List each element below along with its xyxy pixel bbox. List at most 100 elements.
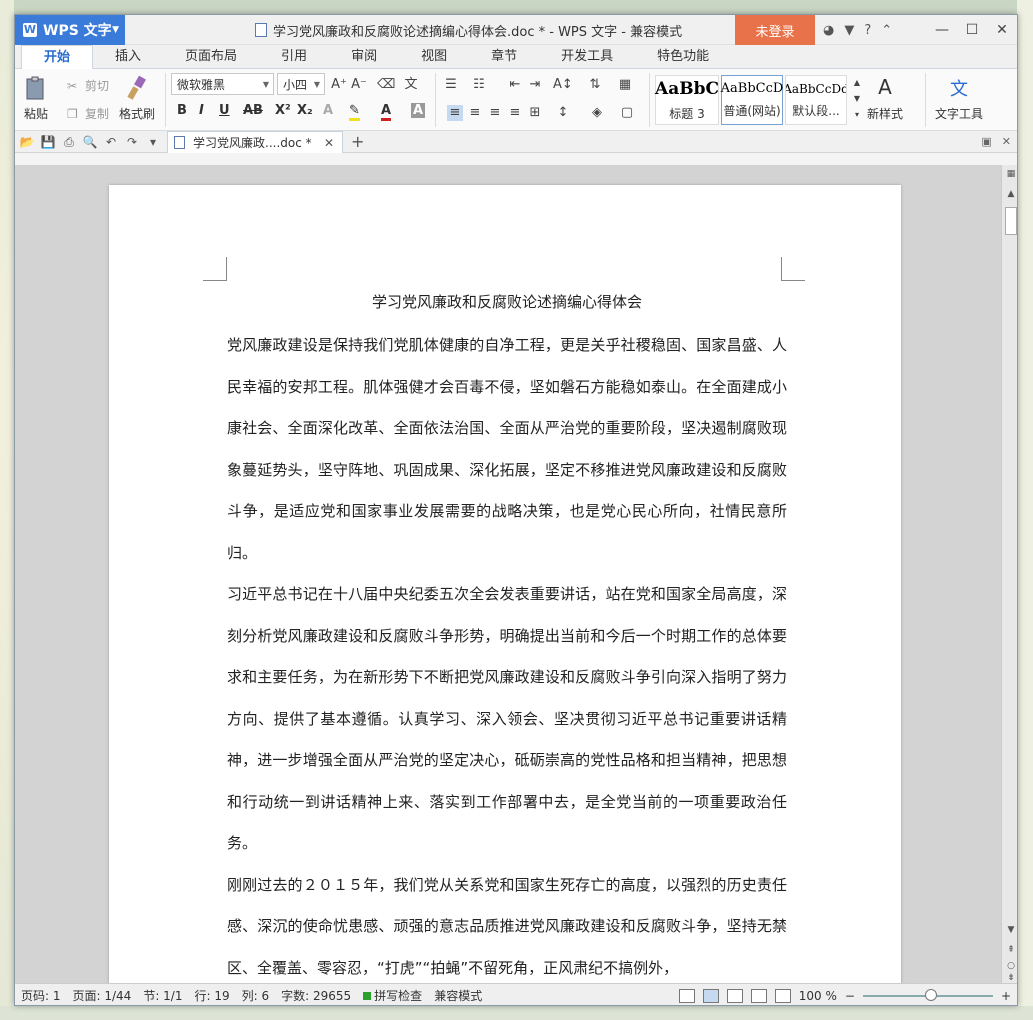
app-menu-button[interactable]: W WPS 文字 ▼	[15, 15, 125, 45]
distribute-icon[interactable]: ⊞	[527, 105, 543, 121]
vertical-scrollbar[interactable]: ▦ ▲ ▼ ⇞ ○ ⇟	[1001, 165, 1017, 983]
increase-indent-icon[interactable]: ⇥	[527, 77, 543, 93]
scroll-up-icon[interactable]: ▲	[1005, 189, 1017, 199]
highlight-icon[interactable]: ✎	[349, 103, 360, 121]
skin-icon[interactable]: ◕	[823, 23, 834, 38]
help-icon[interactable]: ?	[864, 23, 871, 38]
zoom-slider-knob[interactable]	[924, 988, 937, 1001]
clear-format-icon[interactable]: ⌫	[377, 77, 395, 93]
copy-button[interactable]: ❐ 复制	[67, 105, 109, 122]
print-icon[interactable]: ⎙	[60, 133, 78, 151]
collapse-ribbon-icon[interactable]: ⌃	[881, 23, 892, 38]
zoom-slider[interactable]	[862, 988, 993, 1001]
status-section[interactable]: 节: 1/1	[137, 987, 188, 1004]
italic-icon[interactable]: I	[199, 103, 204, 118]
save-icon[interactable]: 💾	[39, 133, 57, 151]
style-scroll-up-icon[interactable]: ▲	[849, 75, 865, 91]
scroll-down-icon[interactable]: ▼	[1005, 925, 1017, 935]
char-shading-icon[interactable]: A	[411, 103, 426, 118]
tab-home[interactable]: 开始	[21, 45, 94, 69]
numbered-list-icon[interactable]: ☷	[471, 77, 487, 93]
panel-toggle-icon[interactable]: ▦	[1005, 169, 1017, 179]
style-scroll-down-icon[interactable]: ▼	[849, 91, 865, 107]
tab-developer[interactable]: 开发工具	[539, 46, 635, 68]
text-effect-icon[interactable]: A	[323, 103, 333, 118]
style-heading3[interactable]: AaBbC 标题 3	[655, 75, 719, 125]
justify-icon[interactable]: ≡	[507, 105, 523, 121]
tab-references[interactable]: 引用	[259, 46, 329, 68]
style-more-icon[interactable]: ▾	[849, 107, 865, 123]
status-row[interactable]: 行: 19	[188, 987, 235, 1004]
tab-view[interactable]: 视图	[399, 46, 469, 68]
outline-view-icon[interactable]	[726, 988, 743, 1003]
font-size-select[interactable]: 小四 ▼	[277, 73, 325, 95]
font-color-icon[interactable]: A	[381, 103, 392, 121]
format-painter-button[interactable]: 格式刷	[119, 75, 155, 122]
new-tab-icon[interactable]: +	[351, 132, 364, 151]
tab-review[interactable]: 审阅	[329, 46, 399, 68]
status-page[interactable]: 页码: 1	[15, 987, 67, 1004]
minimize-button[interactable]: —	[927, 15, 957, 45]
select-browse-icon[interactable]: ○	[1005, 961, 1017, 971]
customize-qa-icon[interactable]: ▾	[144, 133, 162, 151]
open-folder-icon[interactable]: 📂	[18, 133, 36, 151]
subscript-icon[interactable]: X₂	[297, 103, 313, 118]
grow-font-icon[interactable]: A⁺	[331, 77, 347, 93]
align-right-icon[interactable]: ≡	[487, 105, 503, 121]
tab-insert[interactable]: 插入	[93, 46, 163, 68]
font-name-select[interactable]: 微软雅黑 ▼	[171, 73, 274, 95]
next-page-icon[interactable]: ⇟	[1005, 973, 1017, 983]
close-doc-icon[interactable]: ✕	[1002, 135, 1011, 148]
tab-page-layout[interactable]: 页面布局	[163, 46, 259, 68]
zoom-value[interactable]: 100 %	[799, 989, 837, 1003]
shirt-icon[interactable]: ▼	[844, 23, 854, 38]
table-icon[interactable]: ▦	[617, 77, 633, 93]
status-col[interactable]: 列: 6	[236, 987, 276, 1004]
print-preview-icon[interactable]: 🔍	[81, 133, 99, 151]
web-view-icon[interactable]	[750, 988, 767, 1003]
restore-icon[interactable]: ▣	[981, 135, 991, 148]
paste-button[interactable]: 粘贴	[23, 75, 49, 122]
text-tools-button[interactable]: 文 文字工具	[935, 75, 983, 122]
status-words[interactable]: 字数: 29655	[275, 987, 357, 1004]
close-button[interactable]: ✕	[987, 15, 1017, 45]
reading-view-icon[interactable]	[774, 988, 791, 1003]
tab-section[interactable]: 章节	[469, 46, 539, 68]
bullet-list-icon[interactable]: ☰	[443, 77, 459, 93]
align-center-icon[interactable]: ≡	[467, 105, 483, 121]
document-tab[interactable]: 学习党风廉政....doc * ✕	[167, 131, 343, 153]
document-body[interactable]: 党风廉政建设是保持我们党肌体健康的自净工程，更是关乎社稷稳固、国家昌盛、人民幸福…	[227, 325, 787, 983]
superscript-icon[interactable]: X²	[275, 103, 291, 118]
prev-page-icon[interactable]: ⇞	[1005, 945, 1017, 955]
undo-icon[interactable]: ↶	[102, 133, 120, 151]
status-pages[interactable]: 页面: 1/44	[67, 987, 138, 1004]
strikethrough-icon[interactable]: AB	[243, 103, 263, 118]
style-normal-web[interactable]: AaBbCcD 普通(网站)	[721, 75, 783, 125]
line-spacing-icon[interactable]: ↕	[555, 105, 571, 121]
decrease-indent-icon[interactable]: ⇤	[507, 77, 523, 93]
close-tab-icon[interactable]: ✕	[324, 136, 334, 150]
spell-check-toggle[interactable]: 拼写检查	[357, 987, 428, 1004]
border-icon[interactable]: ▢	[619, 105, 635, 121]
scroll-thumb[interactable]	[1005, 207, 1017, 235]
maximize-button[interactable]: ☐	[957, 15, 987, 45]
align-left-icon[interactable]: ≡	[447, 105, 463, 121]
page[interactable]: 学习党风廉政和反腐败论述摘编心得体会 党风廉政建设是保持我们党肌体健康的自净工程…	[109, 185, 901, 983]
underline-icon[interactable]: U	[219, 103, 230, 118]
bold-icon[interactable]: B	[177, 103, 187, 118]
zoom-in-icon[interactable]: +	[1001, 989, 1011, 1003]
login-button[interactable]: 未登录	[735, 15, 815, 45]
sort-icon[interactable]: ⇅	[587, 77, 603, 93]
cut-button[interactable]: ✂ 剪切	[67, 77, 109, 94]
pinyin-icon[interactable]: 文	[403, 77, 419, 93]
shrink-font-icon[interactable]: A⁻	[351, 77, 367, 93]
text-direction-icon[interactable]: A↕	[553, 77, 573, 93]
tab-special[interactable]: 特色功能	[635, 46, 731, 68]
new-style-button[interactable]: A 新样式	[867, 75, 903, 122]
shading-icon[interactable]: ◈	[589, 105, 605, 121]
full-screen-view-icon[interactable]	[678, 988, 695, 1003]
style-default-para[interactable]: AaBbCcDd 默认段...	[785, 75, 847, 125]
zoom-out-icon[interactable]: −	[845, 989, 855, 1003]
redo-icon[interactable]: ↷	[123, 133, 141, 151]
page-view-icon[interactable]	[702, 988, 719, 1003]
